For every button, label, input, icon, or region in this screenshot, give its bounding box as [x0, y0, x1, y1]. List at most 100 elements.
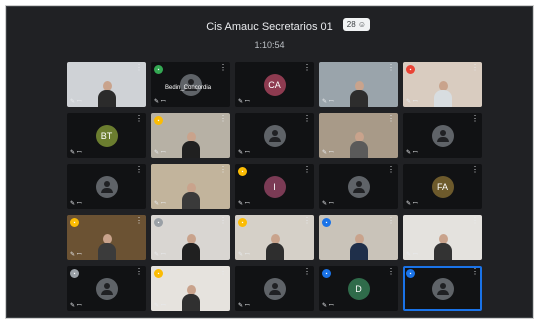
participant-tile[interactable]: ⋮ ✎ ꟷ: [235, 113, 314, 158]
participant-tile[interactable]: ⋮ ✎ ꟷ: [403, 215, 482, 260]
audio-level-icon: ▪: [154, 116, 163, 125]
more-options-icon[interactable]: ⋮: [387, 64, 395, 72]
more-options-icon[interactable]: ⋮: [219, 115, 227, 123]
participant-avatar: FA: [431, 175, 454, 198]
more-options-icon[interactable]: ⋮: [135, 268, 143, 276]
participant-video-figure: [434, 81, 452, 107]
mic-off-icon: ✎ ꟷ: [70, 99, 82, 105]
mic-off-icon: ✎ ꟷ: [322, 150, 334, 156]
more-options-icon[interactable]: ⋮: [471, 115, 479, 123]
participant-video-figure: [182, 285, 200, 311]
meeting-timer: 1:10:54: [254, 40, 285, 50]
audio-level-icon: ▪: [322, 218, 331, 227]
participant-avatar: [431, 124, 454, 147]
more-options-icon[interactable]: ⋮: [387, 268, 395, 276]
participant-video-figure: [434, 234, 452, 260]
more-options-icon[interactable]: ⋮: [219, 64, 227, 72]
mic-off-icon: ✎ ꟷ: [154, 99, 166, 105]
participant-avatar: BT: [95, 124, 118, 147]
mic-off-icon: ✎ ꟷ: [70, 201, 82, 207]
mic-off-icon: ✎ ꟷ: [70, 252, 82, 258]
more-options-icon[interactable]: ⋮: [135, 64, 143, 72]
participant-tile[interactable]: BT ⋮ ✎ ꟷ: [67, 113, 146, 158]
audio-level-icon: ▪: [154, 218, 163, 227]
participant-video-figure: [182, 132, 200, 158]
participant-tile[interactable]: ⋮ ✎ ꟷ: [319, 62, 398, 107]
participant-avatar: CA: [263, 73, 286, 96]
mic-off-icon: ✎ ꟷ: [238, 252, 250, 258]
participant-tile[interactable]: ⋮ ✎ ꟷ: [235, 266, 314, 311]
participant-tile[interactable]: ▪ ⋮ ✎ ꟷ: [403, 62, 482, 107]
more-options-icon[interactable]: ⋮: [135, 115, 143, 123]
participant-avatar: D: [347, 277, 370, 300]
mic-off-icon: ✎ ꟷ: [154, 201, 166, 207]
participant-grid: ⋮ ✎ ꟷ ▪ Bedin_Concordia ⋮ ✎ ꟷ CA ⋮ ✎ ꟷ ⋮ ✎ ꟷ ▪ ⋮ ✎ ꟷB…: [67, 62, 482, 311]
meeting-title: Cis Amauc Secretarios 01: [206, 21, 333, 33]
more-options-icon[interactable]: ⋮: [303, 268, 311, 276]
participant-tile[interactable]: ▪ ⋮ ✎ ꟷ: [151, 266, 230, 311]
mic-off-icon: ✎ ꟷ: [238, 99, 250, 105]
participant-tile[interactable]: FA ⋮ ✎ ꟷ: [403, 164, 482, 209]
more-options-icon[interactable]: ⋮: [219, 166, 227, 174]
participant-tile[interactable]: ⋮ ✎ ꟷ: [151, 164, 230, 209]
more-options-icon[interactable]: ⋮: [303, 115, 311, 123]
audio-level-icon: ▪: [322, 269, 331, 278]
mic-off-icon: ✎ ꟷ: [238, 201, 250, 207]
participant-video-figure: [266, 234, 284, 260]
participant-tile[interactable]: ⋮ ✎ ꟷ: [67, 164, 146, 209]
participant-video-figure: [182, 234, 200, 260]
mic-off-icon: ✎ ꟷ: [406, 252, 418, 258]
participant-tile[interactable]: ⋮ ✎ ꟷ: [319, 164, 398, 209]
mic-off-icon: ✎ ꟷ: [322, 201, 334, 207]
participant-tile[interactable]: ▪ ⋮ ✎ ꟷ: [235, 215, 314, 260]
more-options-icon[interactable]: ⋮: [471, 268, 479, 276]
mic-off-icon: ✎ ꟷ: [406, 150, 418, 156]
participant-tile[interactable]: ⋮ ✎ ꟷ: [403, 113, 482, 158]
participant-video-figure: [98, 81, 116, 107]
mic-off-icon: ✎ ꟷ: [322, 99, 334, 105]
people-icon: ☺: [357, 20, 367, 29]
more-options-icon[interactable]: ⋮: [471, 166, 479, 174]
participant-tile[interactable]: ▪ ⋮ ✎ ꟷ: [151, 113, 230, 158]
more-options-icon[interactable]: ⋮: [387, 115, 395, 123]
mic-off-icon: ✎ ꟷ: [154, 252, 166, 258]
participant-tile[interactable]: D ▪ ⋮ ✎ ꟷ: [319, 266, 398, 311]
participants-button[interactable]: 28 ☺: [342, 18, 371, 31]
mic-off-icon: ✎ ꟷ: [70, 150, 82, 156]
participant-tile[interactable]: ⋮ ✎ ꟷ: [319, 113, 398, 158]
more-options-icon[interactable]: ⋮: [303, 64, 311, 72]
participant-avatar: [95, 277, 118, 300]
participant-tile[interactable]: ▪ Bedin_Concordia ⋮ ✎ ꟷ: [151, 62, 230, 107]
participant-tile[interactable]: ▪ ⋮ ✎ ꟷ: [67, 266, 146, 311]
more-options-icon[interactable]: ⋮: [135, 166, 143, 174]
participant-avatar: [431, 277, 454, 300]
participant-tile[interactable]: ▪ ⋮: [403, 266, 482, 311]
more-options-icon[interactable]: ⋮: [303, 166, 311, 174]
mic-off-icon: ✎ ꟷ: [154, 150, 166, 156]
participant-video-figure: [182, 183, 200, 209]
audio-level-icon: ▪: [238, 167, 247, 176]
more-options-icon[interactable]: ⋮: [219, 217, 227, 225]
more-options-icon[interactable]: ⋮: [471, 64, 479, 72]
participant-tile[interactable]: ⋮ ✎ ꟷ: [67, 62, 146, 107]
participant-avatar: [263, 277, 286, 300]
mic-off-icon: ✎ ꟷ: [238, 303, 250, 309]
mic-off-icon: ✎ ꟷ: [238, 150, 250, 156]
mic-off-icon: ✎ ꟷ: [70, 303, 82, 309]
participant-tile[interactable]: CA ⋮ ✎ ꟷ: [235, 62, 314, 107]
more-options-icon[interactable]: ⋮: [135, 217, 143, 225]
participant-tile[interactable]: I ▪ ⋮ ✎ ꟷ: [235, 164, 314, 209]
more-options-icon[interactable]: ⋮: [471, 217, 479, 225]
participant-video-figure: [350, 234, 368, 260]
participant-avatar: [347, 175, 370, 198]
more-options-icon[interactable]: ⋮: [387, 166, 395, 174]
participant-tile[interactable]: ▪ ⋮: [319, 215, 398, 260]
participant-video-figure: [98, 234, 116, 260]
more-options-icon[interactable]: ⋮: [387, 217, 395, 225]
more-options-icon[interactable]: ⋮: [303, 217, 311, 225]
more-options-icon[interactable]: ⋮: [219, 268, 227, 276]
participant-tile[interactable]: ▪ ⋮ ✎ ꟷ: [67, 215, 146, 260]
meeting-window: Cis Amauc Secretarios 01 28 ☺ 1:10:54 ⋮ ✎…: [6, 6, 533, 318]
participant-tile[interactable]: ▪ ⋮ ✎ ꟷ: [151, 215, 230, 260]
mic-off-icon: ✎ ꟷ: [406, 201, 418, 207]
